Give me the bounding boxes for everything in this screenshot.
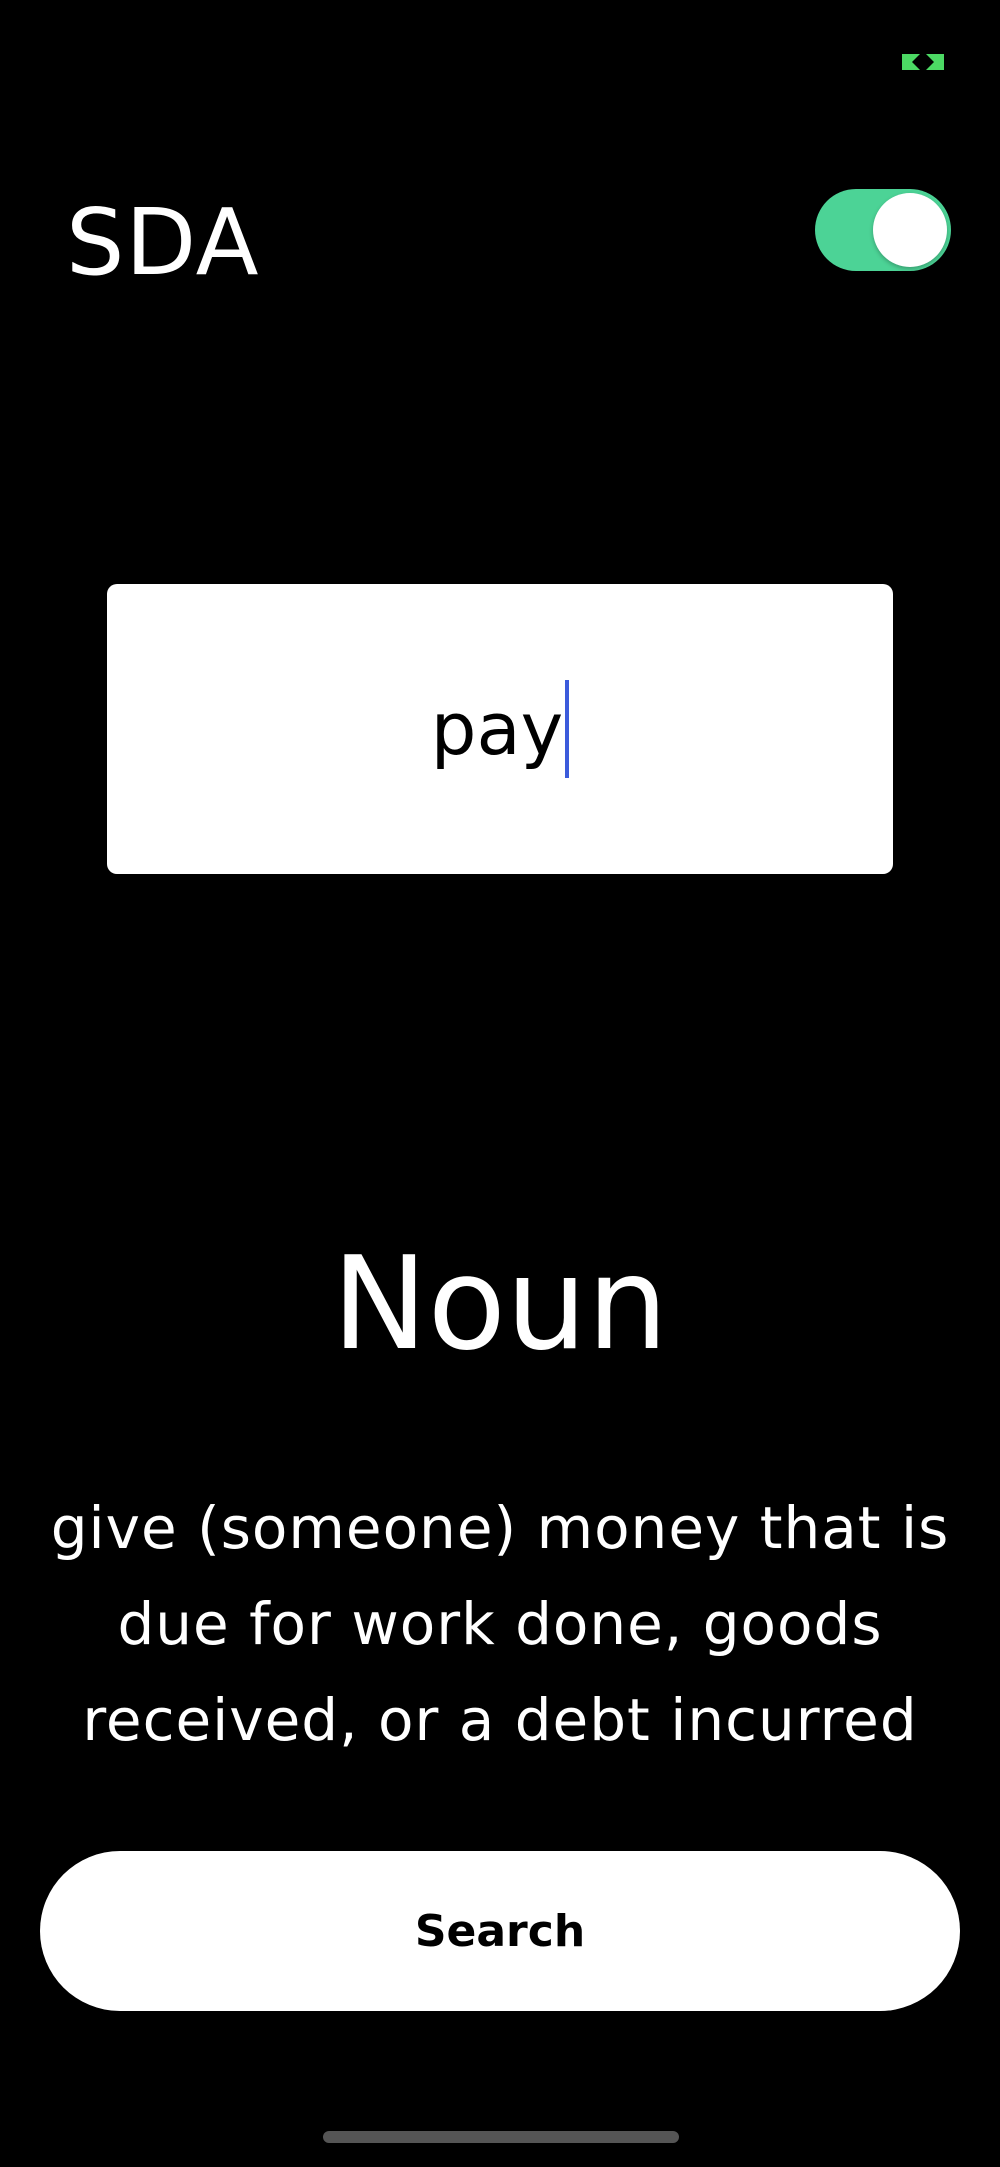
definition-text: give (someone) money that is due for wor…: [50, 1494, 950, 1754]
part-of-speech-heading: Noun: [331, 1230, 669, 1379]
theme-toggle[interactable]: [815, 189, 951, 271]
text-caret: [565, 680, 570, 778]
connection-arrows-icon: [900, 52, 946, 72]
search-button[interactable]: Search: [40, 1851, 960, 2011]
home-indicator[interactable]: [323, 2131, 679, 2143]
app-title: SDA: [66, 189, 260, 296]
word-input-field[interactable]: pay: [430, 674, 570, 784]
word-input-value: pay: [430, 687, 564, 771]
toggle-knob: [873, 193, 947, 267]
word-input-card[interactable]: pay: [107, 584, 893, 874]
